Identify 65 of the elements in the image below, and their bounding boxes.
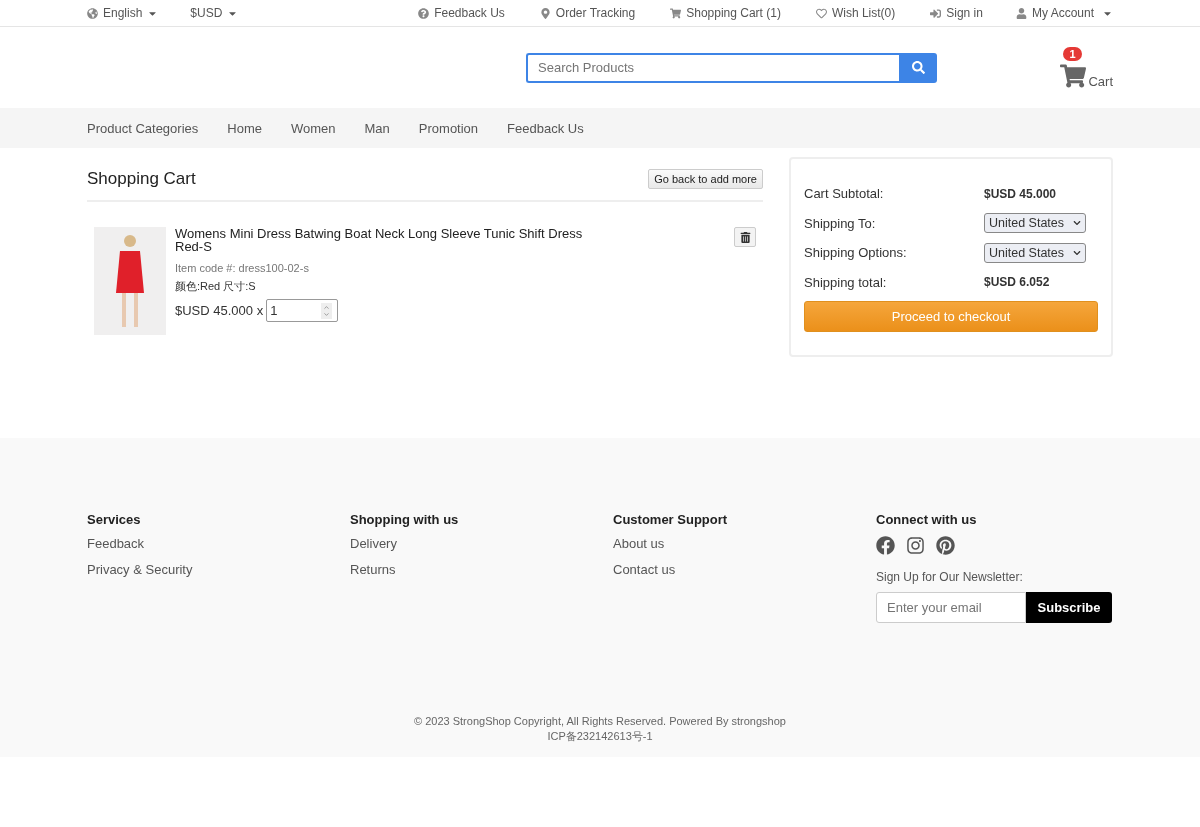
- footer-link[interactable]: Delivery: [350, 536, 397, 551]
- chevron-icon: [1073, 248, 1081, 257]
- header-cart[interactable]: Cart 1: [1060, 46, 1113, 89]
- footer-link[interactable]: Feedback: [87, 536, 145, 551]
- nav-item[interactable]: Promotion: [418, 120, 479, 136]
- sign-in-icon: [930, 7, 942, 19]
- footer-link[interactable]: Privacy & Security: [87, 562, 193, 577]
- top-link[interactable]: Wish List(0): [815, 6, 896, 20]
- quantity-field[interactable]: 1: [266, 299, 339, 322]
- spinner-icon: [321, 302, 333, 319]
- cart-count-badge: 1: [1063, 46, 1082, 61]
- top-link[interactable]: My Account: [1015, 6, 1113, 20]
- language-selector[interactable]: English: [87, 6, 159, 20]
- select-field[interactable]: United States: [984, 213, 1086, 234]
- cart-icon: [1060, 62, 1087, 89]
- page-title: Shopping Cart: [87, 168, 196, 189]
- summary-label: Shipping Options:: [804, 245, 908, 261]
- footer-link[interactable]: Returns: [350, 562, 396, 577]
- trash-icon: [739, 231, 751, 243]
- footer-heading: Customer Support: [613, 512, 729, 527]
- copyright-text: © 2023 StrongShop Copyright, All Rights Reserved. Powered By strongshop: [414, 714, 786, 729]
- product-options: 颜色:Red 尺寸:S: [175, 279, 725, 294]
- newsletter-label: Sign Up for Our Newsletter:: [876, 570, 1024, 584]
- footer-heading: Services: [87, 512, 142, 527]
- nav-item[interactable]: Feedback Us: [507, 120, 584, 136]
- back-button[interactable]: Go back to add more: [648, 168, 763, 189]
- help-icon: [418, 7, 430, 19]
- top-link[interactable]: Shopping Cart (1): [670, 6, 781, 20]
- nav-item[interactable]: Home: [227, 120, 262, 136]
- currency-selector[interactable]: $USD: [190, 6, 239, 20]
- facebook-icon[interactable]: [876, 536, 895, 555]
- chevron-icon: [1073, 219, 1081, 228]
- footer-link[interactable]: Contact us: [613, 562, 676, 577]
- item-price: $USD 45.000 x: [175, 303, 264, 318]
- summary-label: Shipping total:: [804, 274, 888, 290]
- pinterest-icon[interactable]: [936, 536, 955, 555]
- product-name: Womens Mini Dress Batwing Boat Neck Long Sleeve Tunic Shift Dress Red-S: [175, 227, 584, 253]
- nav-item[interactable]: Man: [364, 120, 390, 136]
- subscribe-button[interactable]: Subscribe: [1026, 592, 1112, 623]
- search-field[interactable]: Search Products: [526, 52, 899, 83]
- user-icon: [1015, 7, 1027, 19]
- icp-text: ICP备232142613号-1: [547, 729, 653, 744]
- footer-link[interactable]: About us: [613, 536, 665, 551]
- globe-icon: [87, 7, 98, 19]
- cart-icon: [670, 7, 682, 19]
- summary-value: $USD 6.052: [984, 275, 1051, 290]
- heart-icon: [815, 7, 827, 19]
- email-field[interactable]: Enter your email: [876, 592, 1026, 623]
- select-field[interactable]: United States: [984, 242, 1086, 263]
- map-pin-icon: [539, 7, 551, 19]
- nav-item[interactable]: Women: [290, 120, 336, 136]
- footer-heading: Shopping with us: [350, 512, 460, 527]
- item-code: Item code #: dress100-02-s: [175, 262, 310, 274]
- top-link[interactable]: Sign in: [930, 6, 983, 20]
- search-button[interactable]: [899, 52, 937, 83]
- nav-item[interactable]: Product Categories: [87, 120, 199, 136]
- top-link[interactable]: Feedback Us: [418, 6, 505, 20]
- top-link[interactable]: Order Tracking: [539, 6, 636, 20]
- summary-label: Shipping To:: [804, 215, 877, 231]
- instagram-icon[interactable]: [906, 536, 925, 555]
- search-icon: [911, 61, 925, 74]
- delete-button[interactable]: [734, 227, 756, 247]
- summary-value: $USD 45.000: [984, 186, 1058, 201]
- footer-heading: Connect with us: [876, 512, 978, 527]
- summary-label: Cart Subtotal:: [804, 186, 885, 202]
